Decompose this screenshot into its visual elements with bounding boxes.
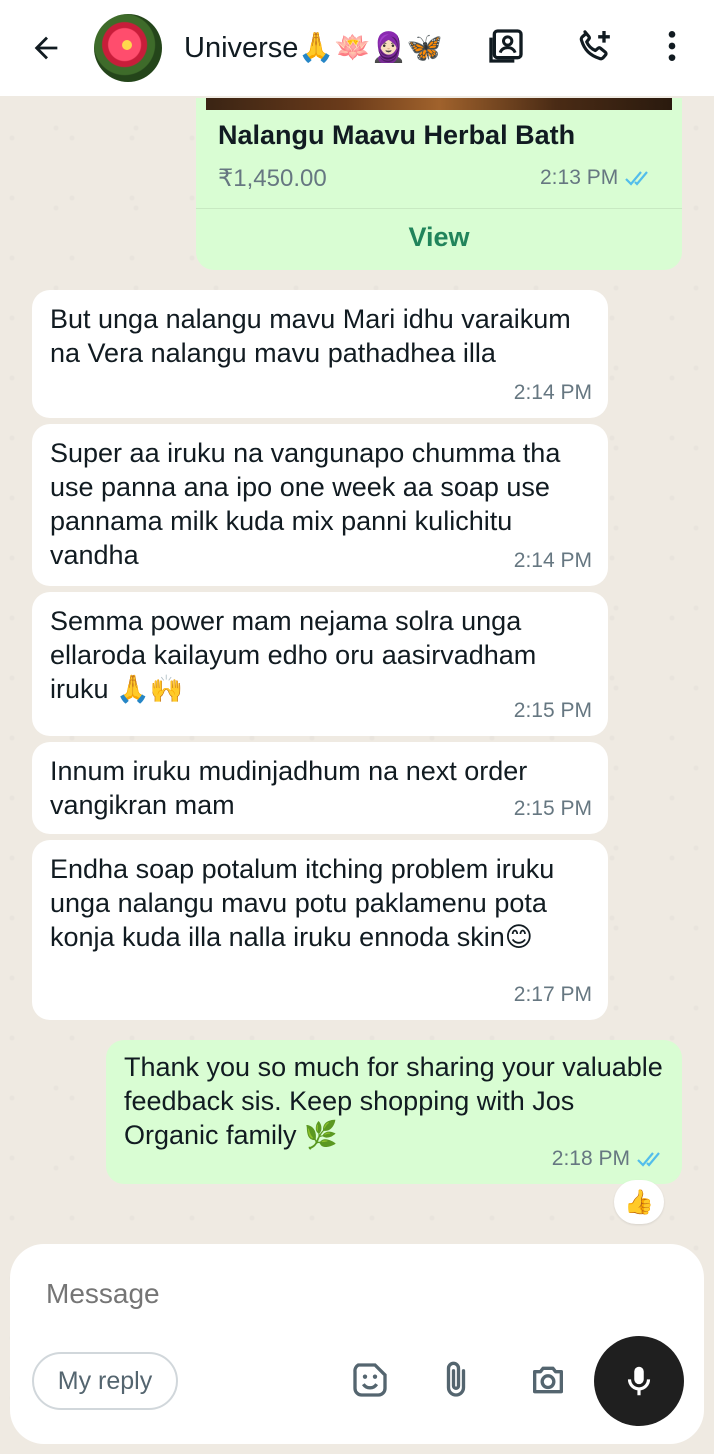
message-bubble[interactable]: Semma power mam nejama solra unga ellaro… [32, 592, 608, 736]
time-label: 2:13 PM [540, 166, 619, 189]
chat-header: Universe🙏🪷🧕🏻🦋 [0, 0, 714, 96]
composer: My reply [10, 1244, 704, 1444]
message-time: 2:15 PM [513, 699, 592, 722]
message-bubble[interactable]: Super aa iruku na vangunapo chumma tha u… [32, 424, 608, 586]
message-text: But unga nalangu mavu Mari idhu varaikum… [50, 304, 571, 368]
message-bubble[interactable]: Innum iruku mudinjadhum na next order va… [32, 742, 608, 834]
message-text: Semma power mam nejama solra unga ellaro… [50, 606, 537, 704]
product-title: Nalangu Maavu Herbal Bath [218, 120, 576, 150]
time-label: 2:18 PM [551, 1147, 630, 1170]
message-time: 2:18 PM [552, 1142, 666, 1176]
message-text: Innum iruku mudinjadhum na next order va… [50, 756, 528, 820]
message-text: Thank you so much for sharing your valua… [124, 1052, 663, 1150]
more-vert-icon[interactable] [650, 24, 694, 68]
message-bubble[interactable]: Thank you so much for sharing your valua… [106, 1040, 682, 1184]
mic-icon [627, 1366, 651, 1396]
read-ticks-icon [637, 1152, 660, 1167]
add-call-icon[interactable] [572, 24, 616, 68]
chat-title[interactable]: Universe🙏🪷🧕🏻🦋 [184, 31, 443, 65]
product-image[interactable] [206, 98, 672, 110]
message-text: Super aa iruku na vangunapo chumma tha u… [50, 438, 561, 570]
sticker-icon[interactable] [348, 1358, 392, 1402]
back-arrow-icon[interactable] [26, 28, 66, 68]
read-ticks-icon [625, 171, 649, 186]
message-time: 2:14 PM [513, 381, 592, 404]
message-text: Endha soap potalum itching problem iruku… [50, 854, 555, 952]
message-time: 2:17 PM [513, 983, 592, 1006]
message-bubble[interactable]: But unga nalangu mavu Mari idhu varaikum… [32, 290, 608, 418]
avatar[interactable] [94, 14, 162, 82]
reaction-badge[interactable]: 👍 [614, 1180, 664, 1224]
message-time: 2:15 PM [513, 797, 592, 820]
message-time: 2:14 PM [513, 549, 592, 572]
mic-button[interactable] [594, 1336, 684, 1426]
camera-icon[interactable] [526, 1358, 570, 1402]
view-button[interactable]: View [196, 208, 682, 266]
contact-card-icon[interactable] [484, 24, 528, 68]
message-time: 2:13 PM [540, 166, 654, 190]
message-bubble[interactable]: Endha soap potalum itching problem iruku… [32, 840, 608, 1020]
attach-icon[interactable] [434, 1358, 478, 1402]
product-price: ₹1,450.00 [218, 165, 327, 192]
my-reply-button[interactable]: My reply [32, 1352, 178, 1410]
message-input[interactable] [46, 1274, 446, 1314]
chat-screen: Universe🙏🪷🧕🏻🦋 Nalangu Maavu Herbal Bath … [0, 0, 714, 1454]
